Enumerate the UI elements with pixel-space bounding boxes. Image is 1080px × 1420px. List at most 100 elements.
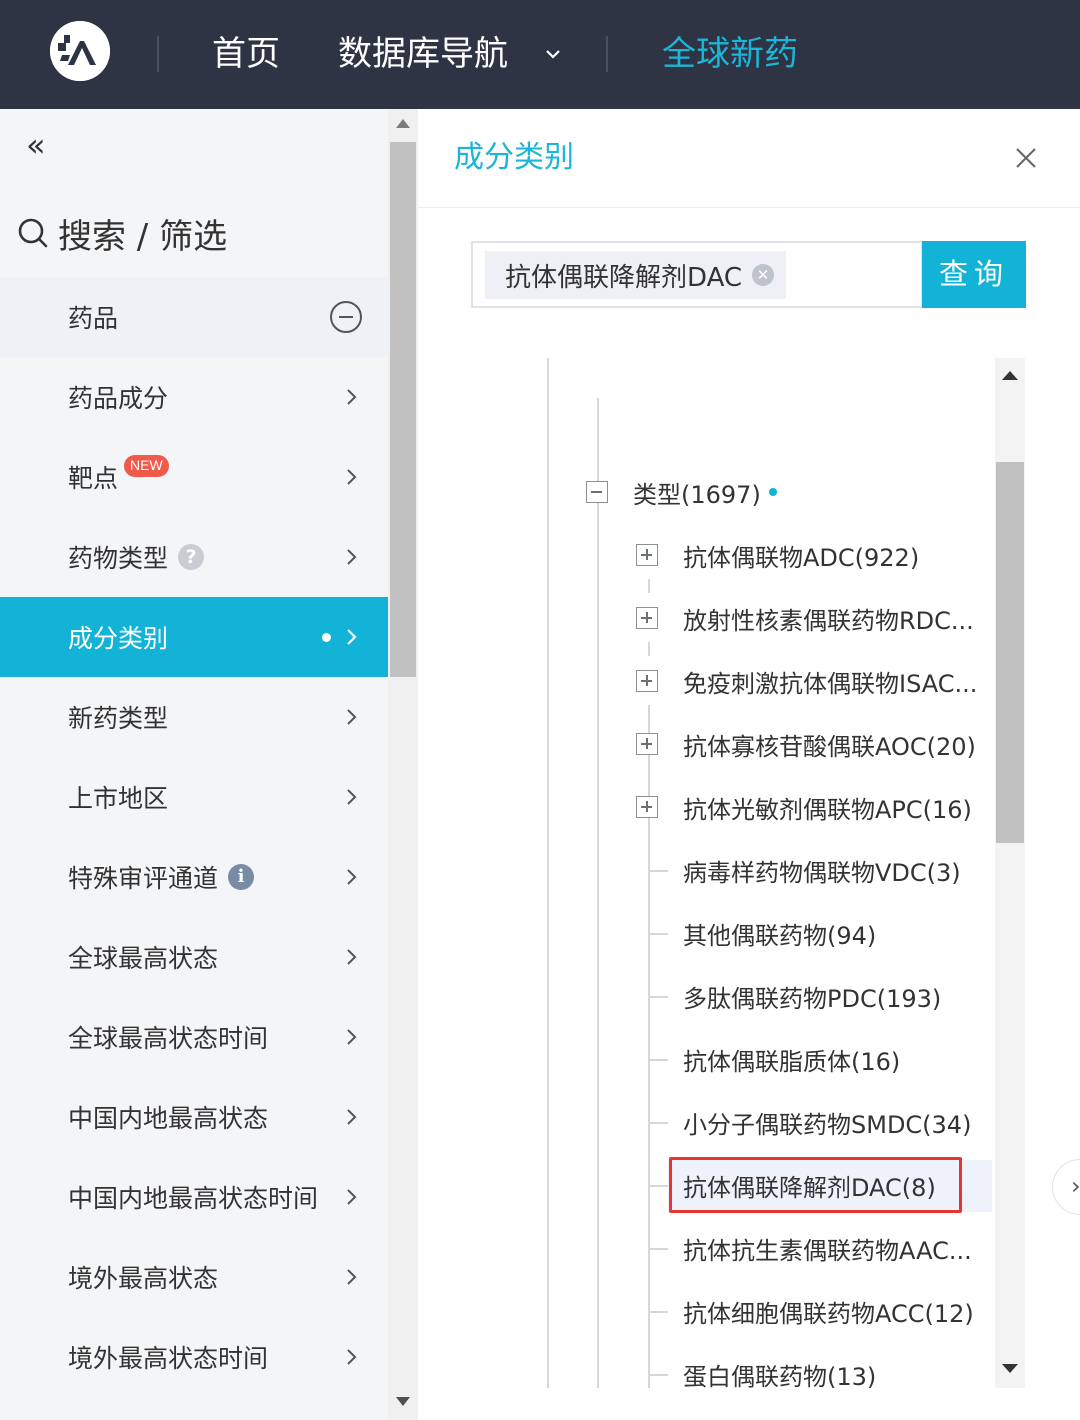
- chevron-down-icon[interactable]: [543, 44, 563, 64]
- sidebar-item-overseas-highest-status[interactable]: 境外最高状态: [0, 1237, 388, 1317]
- chevron-right-icon: [347, 789, 357, 805]
- sidebar-scrollbar[interactable]: [388, 109, 418, 1420]
- sidebar-item-market-region[interactable]: 上市地区: [0, 757, 388, 837]
- tree-node-label: 抗体偶联脂质体(16): [683, 1047, 901, 1076]
- tree-connector: [650, 933, 668, 935]
- query-button[interactable]: 查询: [922, 241, 1026, 308]
- expand-icon[interactable]: [636, 607, 658, 629]
- expand-icon[interactable]: [636, 544, 658, 566]
- tree-connector: [650, 996, 668, 998]
- chevron-right-icon: [347, 389, 357, 405]
- help-icon[interactable]: ?: [178, 544, 205, 570]
- tree-node-label: 放射性核素偶联药物RDC...: [683, 606, 974, 635]
- tree-node-label: 免疫刺激抗体偶联物ISAC...: [683, 669, 978, 698]
- filter-sidebar: « 搜索 / 筛选 药品 药品成分 靶点 NEW 药物类型 ? 成分类别 新药类…: [0, 109, 388, 1420]
- chevron-right-icon: [347, 1349, 357, 1365]
- chevron-right-icon: [347, 869, 357, 885]
- nav-divider: [606, 36, 608, 72]
- sidebar-item-label: 药物类型: [68, 544, 169, 573]
- tree-guide-line: [547, 358, 549, 1388]
- tree-node[interactable]: 病毒样药物偶联物VDC(3): [683, 845, 961, 895]
- scroll-up-arrow-icon[interactable]: [1002, 371, 1018, 380]
- sidebar-item-drug-type[interactable]: 药物类型 ?: [0, 517, 388, 597]
- tree-scroll-thumb[interactable]: [996, 462, 1024, 843]
- collapse-group-icon[interactable]: [329, 300, 363, 334]
- sidebar-scroll-thumb[interactable]: [390, 142, 416, 677]
- sidebar-item-label: 特殊审评通道: [68, 864, 219, 893]
- chevron-right-icon: [347, 1109, 357, 1125]
- selected-dot-icon: [768, 488, 777, 496]
- sidebar-item-global-highest-status-time[interactable]: 全球最高状态时间: [0, 997, 388, 1077]
- sidebar-item-special-review[interactable]: 特殊审评通道 i: [0, 837, 388, 917]
- tree-node[interactable]: 小分子偶联药物SMDC(34): [683, 1097, 971, 1147]
- tree-connector: [648, 705, 650, 719]
- remove-tag-icon[interactable]: ✕: [752, 264, 775, 286]
- chevron-right-icon: [347, 629, 357, 645]
- sidebar-item-new-drug-type[interactable]: 新药类型: [0, 677, 388, 757]
- tree-scrollbar[interactable]: [995, 358, 1025, 1388]
- sidebar-item-label: 全球最高状态时间: [68, 1024, 269, 1053]
- app-logo-icon[interactable]: [50, 21, 110, 81]
- scroll-down-arrow-icon[interactable]: [396, 1397, 410, 1406]
- sidebar-item-ingredient-category[interactable]: 成分类别: [0, 597, 388, 677]
- chevron-right-icon: [347, 1269, 357, 1285]
- sidebar-item-label: 成分类别: [68, 624, 169, 653]
- tree-connector: [648, 768, 650, 782]
- nav-database-navigation[interactable]: 数据库导航: [338, 30, 508, 78]
- search-icon: [18, 218, 48, 248]
- chevron-right-icon: [347, 949, 357, 965]
- tree-node[interactable]: 抗体光敏剂偶联物APC(16): [683, 782, 972, 832]
- sidebar-group-label: 药品: [68, 304, 119, 333]
- sidebar-item-china-highest-status[interactable]: 中国内地最高状态: [0, 1077, 388, 1157]
- tree-root-node[interactable]: 类型(1697): [633, 467, 777, 517]
- tree-node[interactable]: 放射性核素偶联药物RDC...: [683, 593, 974, 643]
- expand-icon[interactable]: [636, 670, 658, 692]
- tree-guide-line: [597, 398, 599, 1388]
- tree-connector: [650, 1311, 668, 1313]
- chevron-right-icon: [347, 469, 357, 485]
- scroll-down-arrow-icon[interactable]: [1002, 1364, 1018, 1373]
- tree-root-label: 类型(1697): [633, 480, 761, 509]
- tree-node[interactable]: 抗体偶联脂质体(16): [683, 1034, 900, 1084]
- active-dot-icon: [322, 633, 331, 642]
- expand-icon[interactable]: [636, 733, 658, 755]
- tree-node[interactable]: 其他偶联药物(94): [683, 908, 876, 958]
- selected-filter-input[interactable]: 抗体偶联降解剂DAC ✕: [471, 241, 923, 308]
- category-tree: 类型(1697) 抗体偶联物ADC(922) 放射性核素偶联药物RDC... 免…: [547, 358, 994, 1388]
- nav-global-new-drugs[interactable]: 全球新药: [662, 30, 798, 78]
- sidebar-item-label: 境外最高状态时间: [68, 1344, 269, 1373]
- panel-title: 成分类别: [454, 140, 574, 175]
- sidebar-item-target[interactable]: 靶点 NEW: [0, 437, 388, 517]
- collapse-root-icon[interactable]: [586, 481, 608, 503]
- chevron-right-icon: ›: [1071, 1172, 1080, 1200]
- tree-node[interactable]: 抗体偶联物ADC(922): [683, 530, 919, 580]
- sidebar-item-overseas-highest-status-time[interactable]: 境外最高状态时间: [0, 1317, 388, 1397]
- expand-icon[interactable]: [636, 796, 658, 818]
- tree-node[interactable]: 抗体抗生素偶联药物AAC...: [683, 1223, 972, 1273]
- tree-node[interactable]: 免疫刺激抗体偶联物ISAC...: [683, 656, 977, 706]
- search-filter-heading: 搜索 / 筛选: [16, 209, 227, 257]
- tree-connector: [650, 1059, 668, 1061]
- tree-node-label: 蛋白偶联药物(13): [683, 1362, 877, 1389]
- scroll-up-arrow-icon[interactable]: [396, 119, 410, 128]
- tree-node-label: 抗体偶联物ADC(922): [683, 543, 920, 572]
- search-filter-title: 搜索 / 筛选: [58, 216, 228, 257]
- tree-node[interactable]: 抗体寡核苷酸偶联AOC(20): [683, 719, 976, 769]
- sidebar-item-label: 境外最高状态: [68, 1264, 219, 1293]
- sidebar-item-global-highest-status[interactable]: 全球最高状态: [0, 917, 388, 997]
- tree-node[interactable]: 蛋白偶联药物(13): [683, 1349, 877, 1389]
- top-nav-bar: 首页 数据库导航 全球新药: [0, 0, 1080, 109]
- tree-node[interactable]: 抗体细胞偶联药物ACC(12): [683, 1286, 974, 1336]
- tree-node-label: 抗体细胞偶联药物ACC(12): [683, 1299, 974, 1328]
- info-icon[interactable]: i: [228, 864, 255, 890]
- tree-node-label: 小分子偶联药物SMDC(34): [683, 1110, 972, 1139]
- close-icon[interactable]: [1014, 146, 1038, 170]
- collapse-sidebar-icon[interactable]: «: [26, 129, 46, 161]
- tree-connector: [650, 1374, 668, 1376]
- sidebar-item-drug-ingredient[interactable]: 药品成分: [0, 357, 388, 437]
- tree-node-label: 抗体光敏剂偶联物APC(16): [683, 795, 972, 824]
- sidebar-item-label: 药品成分: [68, 384, 169, 413]
- sidebar-item-china-highest-status-time[interactable]: 中国内地最高状态时间: [0, 1157, 388, 1237]
- nav-home[interactable]: 首页: [212, 30, 280, 78]
- tree-node[interactable]: 多肽偶联药物PDC(193): [683, 971, 941, 1021]
